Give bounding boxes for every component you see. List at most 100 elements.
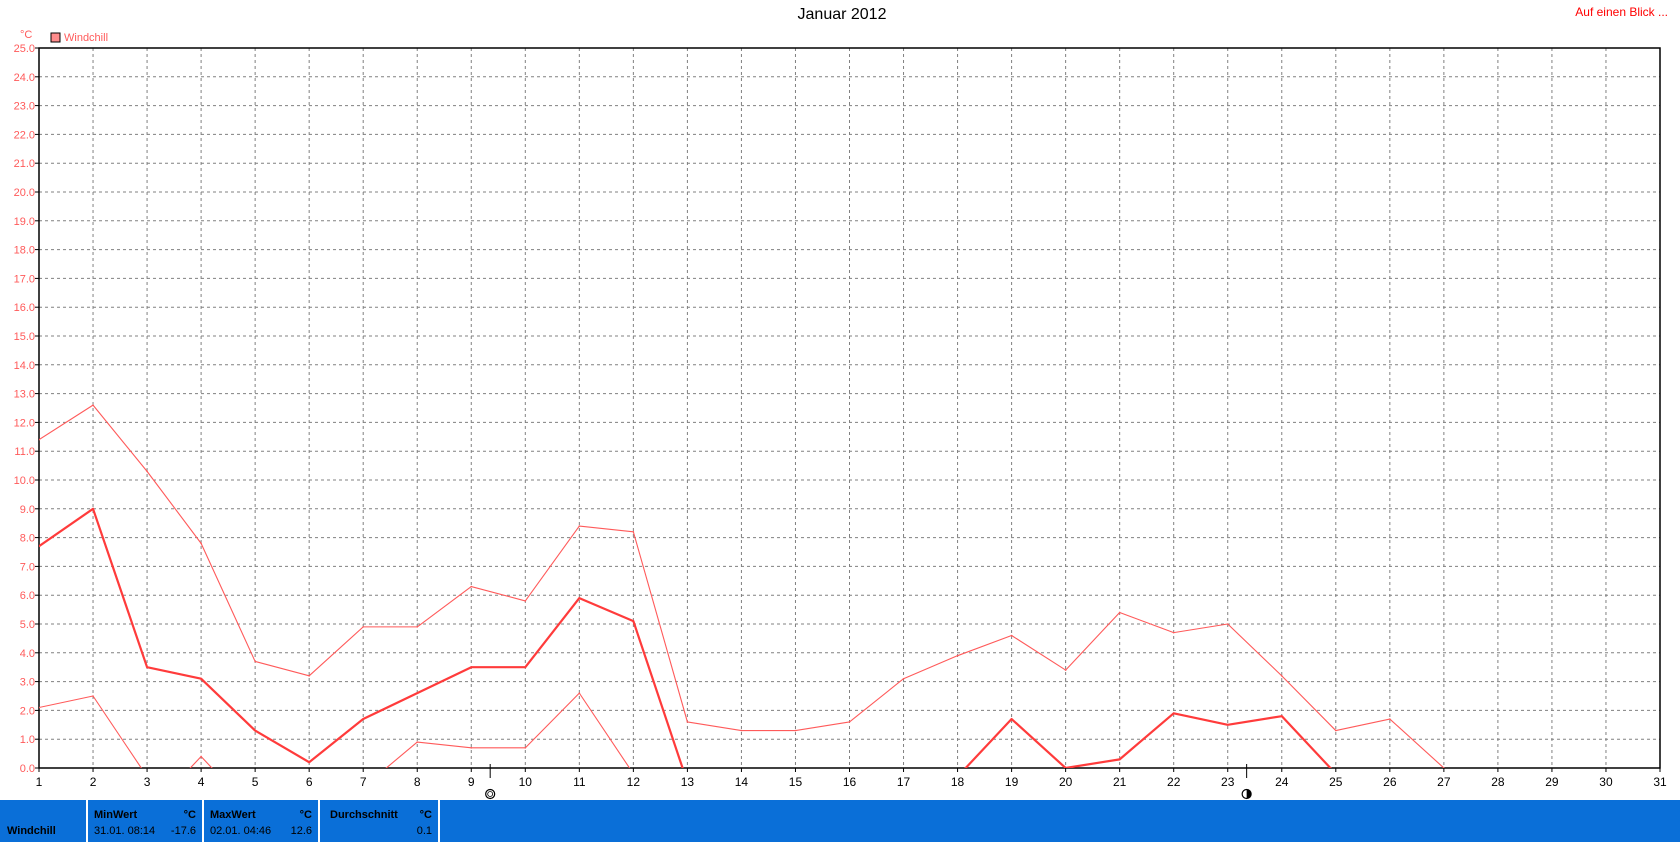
min-unit: °C [183,809,196,821]
y-tick-label: 24.0 [14,72,35,84]
data-point [524,747,527,749]
data-point [1226,724,1229,726]
x-tick-label: 28 [1491,775,1505,789]
y-tick-label: 19.0 [14,216,35,228]
y-tick-label: 14.0 [14,360,35,372]
avg-label: Durchschnitt [330,809,398,821]
y-tick-label: 3.0 [20,677,35,689]
data-point [524,600,527,602]
data-point [632,531,635,533]
x-tick-label: 18 [951,775,965,789]
data-point [362,718,365,720]
y-tick-label: 15.0 [14,331,35,343]
x-tick-label: 6 [306,775,313,789]
grid [39,48,1660,768]
footer-min-cell: MinWert °C 31.01. 08:14 -17.6 [88,800,204,842]
data-point [1280,675,1283,677]
x-tick-label: 30 [1599,775,1613,789]
data-point [416,741,419,743]
x-tick-label: 15 [789,775,803,789]
y-tick-label: 17.0 [14,273,35,285]
data-point [1010,718,1013,720]
data-point [578,597,581,599]
data-point [146,666,148,668]
y-tick-label: 10.0 [14,475,35,487]
data-point [1280,715,1283,717]
data-point [902,677,905,680]
footer-row-label: Windchill [7,825,56,837]
data-point [578,692,581,694]
data-point [92,404,94,406]
x-tick-label: 26 [1383,775,1397,789]
data-point [1389,718,1391,720]
data-point [416,626,419,628]
footer-row-label-cell: Windchill [0,800,88,842]
x-tick-label: 19 [1005,775,1019,789]
data-point [1226,623,1229,625]
y-tick-label: 11.0 [14,446,35,458]
legend-swatch [50,32,61,43]
moon-markers [485,764,1252,800]
data-point [308,675,310,677]
x-tick-label: 21 [1113,775,1127,789]
max-unit: °C [299,809,312,821]
data-point [92,508,94,510]
data-point [1335,729,1337,732]
y-tick-label: 7.0 [20,561,35,573]
stats-footer: Windchill MinWert °C 31.01. 08:14 -17.6 … [0,800,1680,842]
y-tick-label: 6.0 [20,590,35,602]
x-tick-label: 1 [36,775,43,789]
data-point [794,729,797,732]
x-tick-label: 23 [1221,775,1235,789]
y-tick-label: 0.0 [20,763,35,775]
data-point [686,721,689,723]
data-point [362,626,365,628]
y-tick-label: 2.0 [20,705,35,717]
x-tick-label: 7 [360,775,367,789]
min-label: MinWert [94,809,138,821]
data-point [1172,631,1175,634]
x-tick-label: 10 [519,775,533,789]
max-value: 12.6 [290,825,312,837]
y-tick-label: 18.0 [14,245,35,257]
y-tick-label: 9.0 [20,504,35,516]
x-tick-label: 29 [1545,775,1559,789]
y-tick-label: 25.0 [14,43,35,55]
y-tick-label: 16.0 [14,302,35,314]
data-point [848,721,851,723]
axes: 0.01.02.03.04.05.06.07.08.09.010.011.012… [14,29,1667,789]
data-point [578,525,581,527]
x-tick-label: 16 [843,775,857,789]
x-tick-label: 24 [1275,775,1289,789]
data-point [184,773,186,775]
y-tick-label: 4.0 [20,648,35,660]
x-tick-label: 8 [414,775,421,789]
data-point [524,666,527,668]
y-tick-label: 13.0 [14,389,35,401]
x-tick-label: 9 [468,775,475,789]
y-tick-label: 21.0 [14,158,35,170]
footer-max-cell: MaxWert °C 02.01. 04:46 12.6 [204,800,320,842]
data-point [379,773,381,775]
avg-value: 0.1 [416,825,432,837]
x-tick-label: 5 [252,775,259,789]
avg-unit: °C [419,809,432,821]
moon-full-icon [485,788,496,800]
series-line-windchill [39,507,1332,768]
data-point [308,761,310,764]
data-point [146,470,148,473]
x-tick-label: 3 [144,775,151,789]
x-tick-label: 2 [90,775,97,789]
y-tick-label: 8.0 [20,533,35,545]
data-point [470,585,473,588]
min-date: 31.01. 08:14 [94,825,156,837]
data-point [416,692,419,694]
data-point [470,747,473,749]
legend: Windchill [50,32,108,44]
data-point [200,755,202,758]
y-axis-unit-label: °C [20,29,32,41]
y-tick-label: 12.0 [14,417,35,429]
data-point [470,666,473,668]
data-point [1010,634,1013,637]
x-tick-label: 12 [627,775,641,789]
